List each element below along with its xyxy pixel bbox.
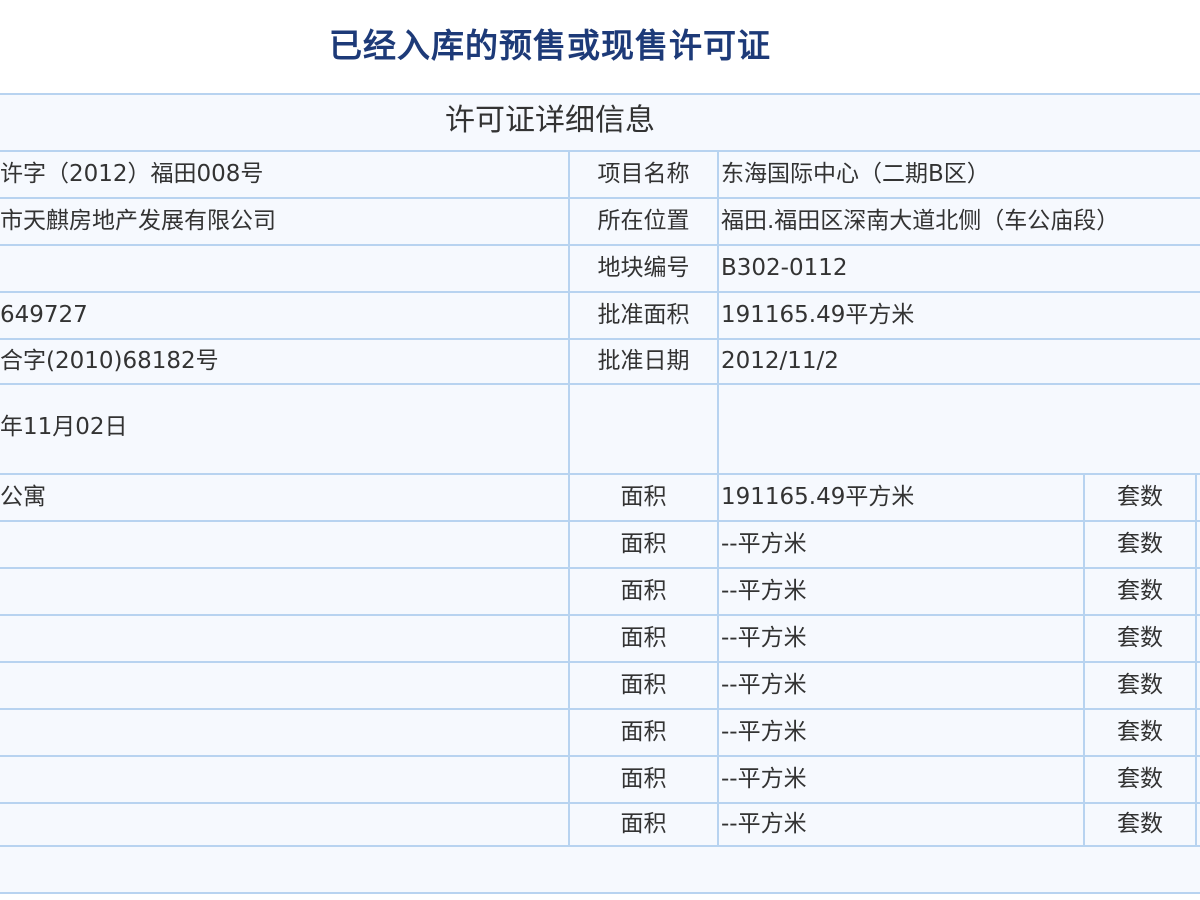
units-label: 套数: [1117, 578, 1163, 604]
column-divider: [1195, 473, 1197, 845]
area-label: 面积: [620, 766, 667, 792]
units-label: 套数: [1117, 719, 1163, 745]
units-label: 套数: [1117, 531, 1163, 557]
units-label: 套数: [1117, 811, 1163, 837]
info-label: 项目名称: [597, 161, 690, 187]
usage-type: [0, 710, 564, 755]
area-value: --平方米: [721, 811, 807, 837]
info-left-value: 649727: [0, 302, 88, 328]
area-label: 面积: [620, 719, 667, 745]
area-label: 面积: [620, 531, 667, 557]
info-label: 批准面积: [597, 302, 690, 328]
section-title: 许可证详细信息: [445, 103, 655, 138]
units-label: 套数: [1117, 484, 1163, 510]
info-value: 福田.福田区深南大道北侧（车公庙段）: [721, 208, 1120, 234]
info-left-value: 市天麒房地产发展有限公司: [0, 208, 276, 234]
area-label: 面积: [620, 811, 667, 837]
usage-type: [0, 663, 564, 708]
area-value: --平方米: [721, 578, 807, 604]
usage-type: [0, 757, 564, 802]
area-value: 191165.49平方米: [721, 484, 915, 510]
info-left-value: 许字（2012）福田008号: [0, 161, 264, 187]
usage-type: [0, 804, 564, 845]
permit-detail-table: 许可证详细信息 许字（2012）福田008号 项目名称 东海国际中心（二期B区） 市天…: [0, 93, 1200, 894]
info-value: B302-0112: [721, 255, 848, 281]
info-value: 191165.49平方米: [721, 302, 915, 328]
units-label: 套数: [1117, 625, 1163, 651]
approval-date-text: 年11月02日: [0, 414, 128, 440]
area-value: --平方米: [721, 672, 807, 698]
area-label: 面积: [620, 578, 667, 604]
units-label: 套数: [1117, 766, 1163, 792]
info-value: 2012/11/2: [721, 348, 839, 374]
page-title: 已经入库的预售或现售许可证: [329, 26, 771, 65]
area-value: --平方米: [721, 719, 807, 745]
usage-type: [0, 522, 564, 567]
area-label: 面积: [620, 625, 667, 651]
info-value: 东海国际中心（二期B区）: [721, 161, 990, 187]
info-left-value: [0, 246, 564, 291]
info-label: 地块编号: [597, 255, 690, 281]
units-label: 套数: [1117, 672, 1163, 698]
row-divider: [0, 845, 1200, 847]
area-label: 面积: [620, 672, 667, 698]
permit-page: 已经入库的预售或现售许可证 许可证详细信息 许字（2012）福田008号 项目名称…: [0, 0, 1200, 900]
info-left-value: 合字(2010)68182号: [0, 348, 219, 374]
area-value: --平方米: [721, 531, 807, 557]
usage-type: [0, 616, 564, 661]
area-value: --平方米: [721, 625, 807, 651]
usage-type: [0, 569, 564, 614]
info-label: 批准日期: [597, 348, 690, 374]
area-value: --平方米: [721, 766, 807, 792]
info-label: 所在位置: [597, 208, 690, 234]
column-divider: [717, 150, 719, 845]
usage-type: 公寓: [0, 484, 46, 510]
area-label: 面积: [620, 484, 667, 510]
